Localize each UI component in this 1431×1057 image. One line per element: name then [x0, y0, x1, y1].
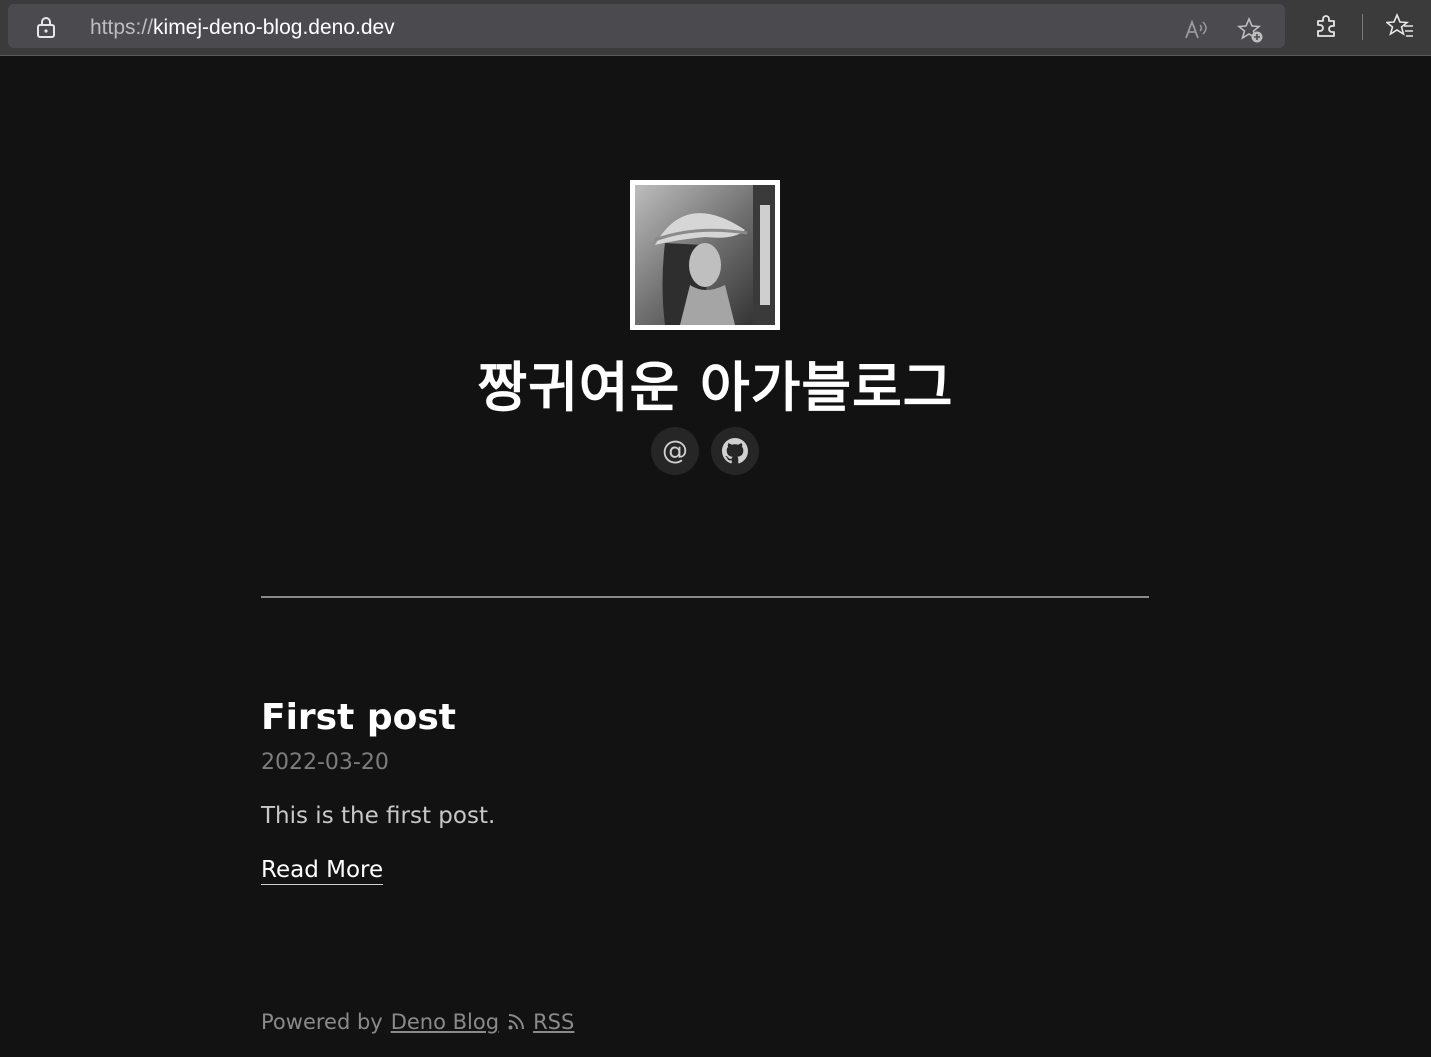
- lock-icon[interactable]: [36, 16, 56, 38]
- browser-toolbar: https://kimej-deno-blog.deno.dev: [0, 0, 1431, 56]
- post-snippet: This is the first post.: [261, 803, 496, 829]
- toolbar-separator: [1362, 14, 1363, 40]
- add-favorite-icon[interactable]: [1236, 16, 1264, 44]
- url-scheme: https://: [90, 16, 154, 39]
- blog-page: 짱귀여운 아가블로그 @ First post 2022-03-20 This …: [0, 57, 1431, 1057]
- address-bar[interactable]: https://kimej-deno-blog.deno.dev: [8, 4, 1285, 48]
- avatar-image: [635, 185, 775, 325]
- url-host: kimej-deno-blog.deno.dev: [153, 16, 395, 39]
- favorites-icon[interactable]: [1386, 12, 1414, 40]
- extensions-icon[interactable]: [1313, 12, 1341, 40]
- rss-icon: [508, 1014, 525, 1030]
- github-link[interactable]: [711, 427, 759, 475]
- rss-label: RSS: [533, 1010, 575, 1034]
- site-title: 짱귀여운 아가블로그: [477, 356, 954, 419]
- github-icon: [722, 438, 748, 464]
- read-more-link[interactable]: Read More: [261, 857, 384, 885]
- rss-link[interactable]: RSS: [507, 1010, 574, 1034]
- read-aloud-icon[interactable]: [1182, 16, 1210, 44]
- deno-blog-link[interactable]: Deno Blog: [391, 1010, 499, 1034]
- post-date: 2022-03-20: [261, 750, 389, 775]
- post-title-link[interactable]: First post: [261, 697, 456, 738]
- footer: Powered by Deno Blog RSS: [261, 1010, 574, 1034]
- email-link[interactable]: @: [651, 427, 699, 475]
- powered-by-text: Powered by: [261, 1010, 383, 1034]
- url-text[interactable]: https://kimej-deno-blog.deno.dev: [90, 16, 395, 40]
- header-divider: [261, 596, 1149, 598]
- at-icon: @: [662, 436, 688, 466]
- avatar: [630, 180, 780, 330]
